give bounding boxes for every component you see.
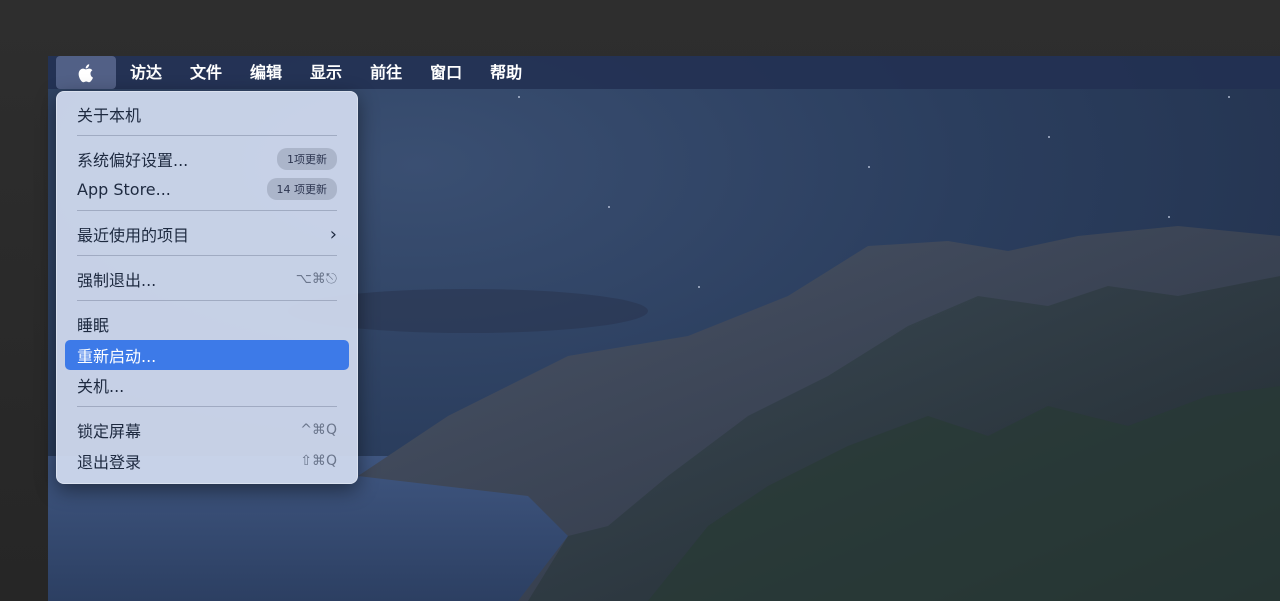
menu-finder[interactable]: 访达: [116, 56, 176, 89]
apple-dropdown-menu: 关于本机 系统偏好设置... 1项更新 App Store... 14 项更新 …: [56, 91, 358, 484]
menu-separator: [77, 135, 337, 136]
menu-separator: [77, 255, 337, 256]
star: [1168, 216, 1170, 218]
apple-menu-button[interactable]: [56, 56, 116, 89]
menu-item-force-quit[interactable]: 强制退出... ⌥⌘⎋: [65, 264, 349, 294]
menu-item-shutdown[interactable]: 关机...: [65, 370, 349, 400]
menu-item-recent-items[interactable]: 最近使用的项目 ›: [65, 219, 349, 249]
menu-item-label: 系统偏好设置...: [77, 151, 189, 170]
menu-item-label: 退出登录: [77, 453, 142, 472]
menu-item-app-store[interactable]: App Store... 14 项更新: [65, 174, 349, 204]
menu-item-system-preferences[interactable]: 系统偏好设置... 1项更新: [65, 144, 349, 174]
star: [868, 166, 870, 168]
shortcut-label: ^⌘Q: [300, 422, 337, 438]
menu-item-label: 重新启动...: [77, 347, 157, 366]
chevron-right-icon: ›: [329, 223, 337, 245]
menu-item-label: 最近使用的项目: [77, 226, 190, 245]
update-badge: 14 项更新: [266, 178, 337, 200]
menu-item-about[interactable]: 关于本机: [65, 99, 349, 129]
star: [698, 286, 700, 288]
menu-window[interactable]: 窗口: [416, 56, 476, 89]
apple-logo-icon: [78, 63, 93, 82]
shortcut-label: ⌥⌘⎋: [295, 271, 337, 287]
menu-go[interactable]: 前往: [356, 56, 416, 89]
menu-file[interactable]: 文件: [176, 56, 236, 89]
menu-help[interactable]: 帮助: [476, 56, 536, 89]
star: [1048, 136, 1050, 138]
star: [518, 96, 520, 98]
menu-item-sleep[interactable]: 睡眠: [65, 309, 349, 339]
star: [1228, 96, 1230, 98]
menu-item-lock-screen[interactable]: 锁定屏幕 ^⌘Q: [65, 415, 349, 445]
menu-item-restart[interactable]: 重新启动...: [65, 340, 349, 370]
menu-separator: [77, 300, 337, 301]
menu-item-label: 关机...: [77, 377, 125, 396]
menu-item-log-out[interactable]: 退出登录 ⇧⌘Q: [65, 446, 349, 476]
menu-item-label: 睡眠: [77, 316, 110, 335]
menu-separator: [77, 406, 337, 407]
menu-separator: [77, 210, 337, 211]
star: [608, 206, 610, 208]
menu-bar: 访达 文件 编辑 显示 前往 窗口 帮助: [48, 56, 1280, 89]
menu-item-label: 强制退出...: [77, 271, 157, 290]
menu-item-label: 关于本机: [77, 106, 142, 125]
menu-edit[interactable]: 编辑: [236, 56, 296, 89]
menu-item-label: 锁定屏幕: [77, 422, 142, 441]
menu-item-label: App Store...: [77, 179, 171, 199]
shortcut-label: ⇧⌘Q: [300, 453, 337, 469]
menu-view[interactable]: 显示: [296, 56, 356, 89]
update-badge: 1项更新: [277, 148, 337, 170]
